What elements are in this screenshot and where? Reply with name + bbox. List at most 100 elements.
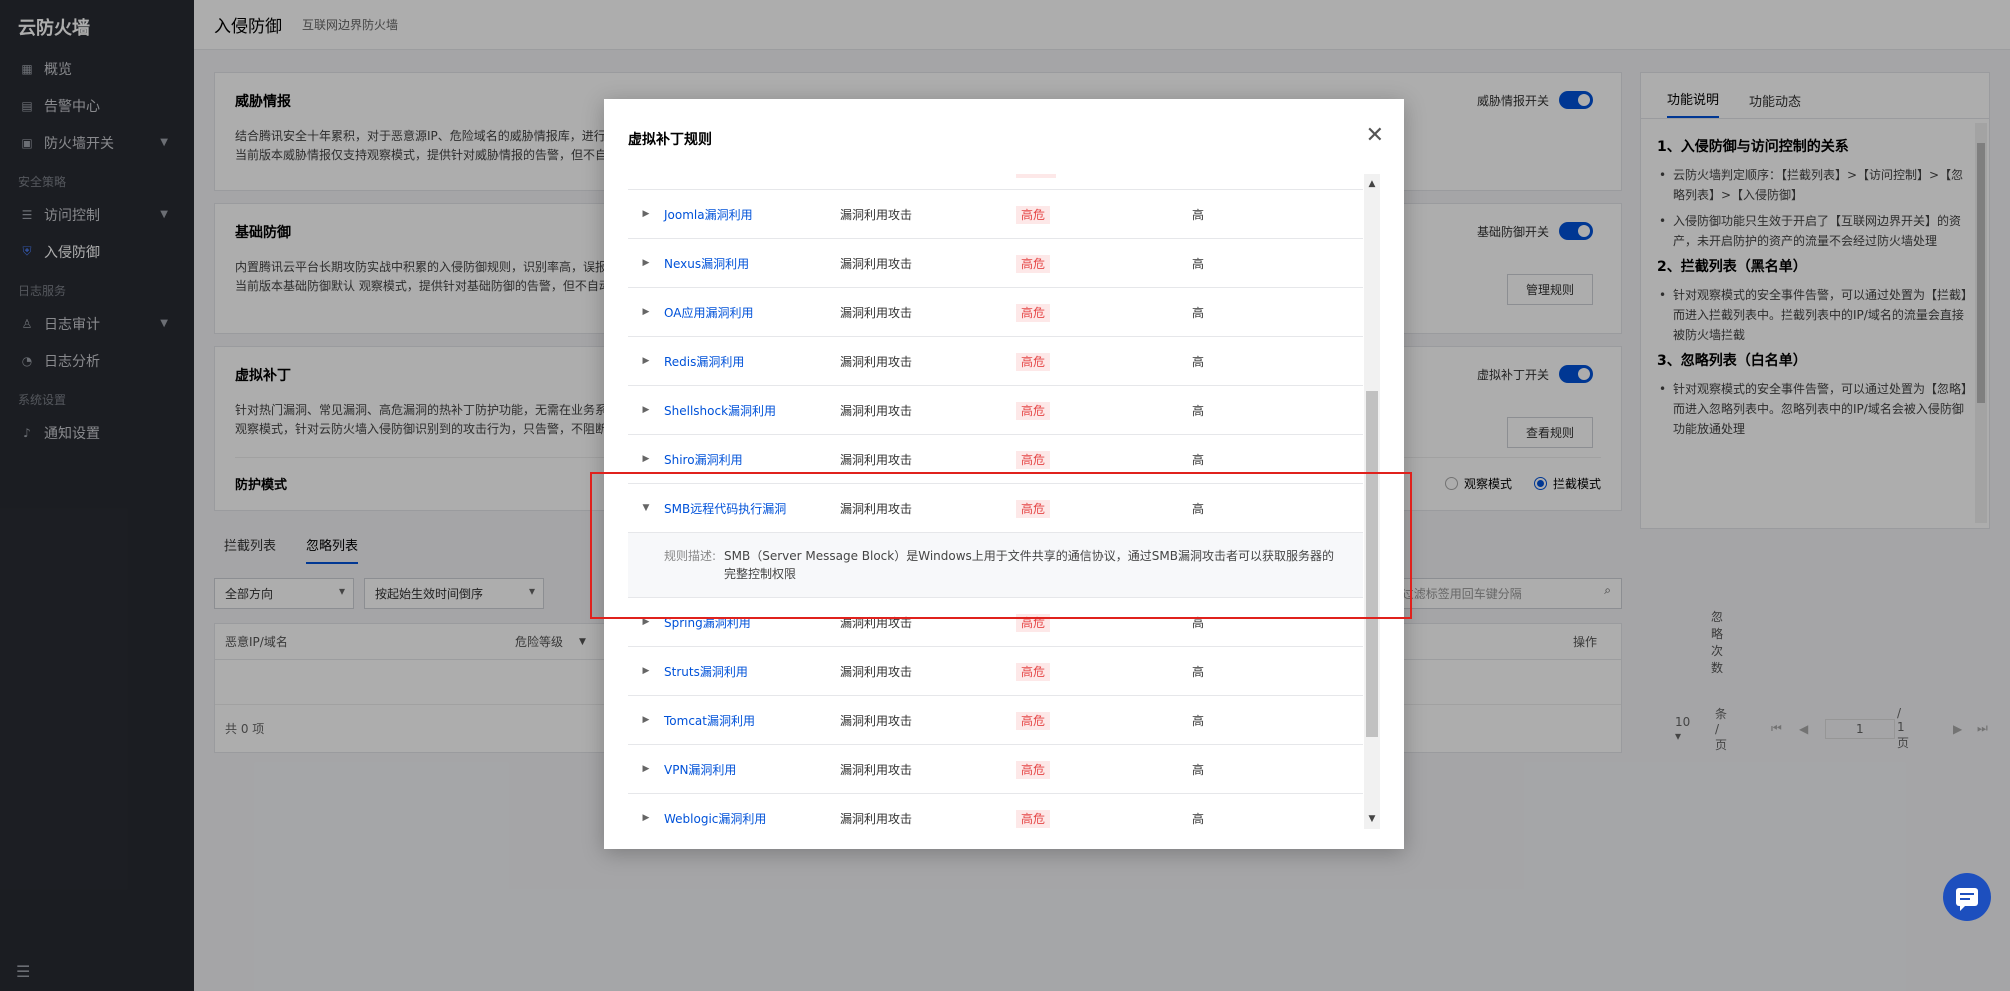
expand-arrow-icon[interactable]: ▶ <box>628 258 664 268</box>
scroll-down-icon[interactable]: ▼ <box>1364 811 1380 827</box>
rule-level-cell: 高危 <box>1016 303 1192 322</box>
chat-icon <box>1956 888 1978 911</box>
partial-badge <box>1016 174 1056 178</box>
rule-level-cell: 高危 <box>1016 352 1192 371</box>
rule-level-cell: 高危 <box>1016 401 1192 420</box>
table-row[interactable]: ▶ Tomcat漏洞利用 漏洞利用攻击 高危 高 <box>628 696 1363 745</box>
virtual-patch-rules-dialog: 虚拟补丁规则 ✕ ▶ Joomla漏洞利用 漏洞利用攻击 高危 高 ▶ Nexu… <box>604 99 1404 849</box>
risk-badge: 高危 <box>1016 450 1051 469</box>
rule-level-cell: 高危 <box>1016 450 1192 469</box>
risk-badge: 高危 <box>1016 809 1051 828</box>
rule-category: 漏洞利用攻击 <box>840 664 913 679</box>
expand-arrow-icon[interactable]: ▶ <box>628 405 664 415</box>
rule-level-cell: 高危 <box>1016 205 1192 224</box>
rule-name-link[interactable]: Tomcat漏洞利用 <box>664 712 840 729</box>
collapse-arrow-icon[interactable]: ▼ <box>628 503 664 513</box>
rule-severity: 高 <box>1192 452 1205 467</box>
chat-line <box>1960 898 1970 900</box>
rule-level-cell: 高危 <box>1016 760 1192 779</box>
rule-severity: 高 <box>1192 305 1205 320</box>
risk-badge: 高危 <box>1016 254 1051 273</box>
table-row[interactable]: ▶ Shellshock漏洞利用 漏洞利用攻击 高危 高 <box>628 386 1363 435</box>
rule-category: 漏洞利用攻击 <box>840 811 913 826</box>
rule-level-cell: 高危 <box>1016 809 1192 828</box>
rule-category: 漏洞利用攻击 <box>840 713 913 728</box>
rule-category: 漏洞利用攻击 <box>840 452 913 467</box>
table-row-expanded[interactable]: ▼ SMB远程代码执行漏洞 漏洞利用攻击 高危 高 <box>628 484 1363 533</box>
expand-arrow-icon[interactable]: ▶ <box>628 454 664 464</box>
close-icon[interactable]: ✕ <box>1366 125 1384 147</box>
rules-list: ▶ Joomla漏洞利用 漏洞利用攻击 高危 高 ▶ Nexus漏洞利用 漏洞利… <box>628 174 1363 829</box>
scrollbar-thumb[interactable] <box>1366 391 1378 737</box>
rules-list-inner: ▶ Joomla漏洞利用 漏洞利用攻击 高危 高 ▶ Nexus漏洞利用 漏洞利… <box>628 174 1363 829</box>
expand-arrow-icon[interactable]: ▶ <box>628 666 664 676</box>
risk-badge: 高危 <box>1016 352 1051 371</box>
table-row[interactable]: ▶ VPN漏洞利用 漏洞利用攻击 高危 高 <box>628 745 1363 794</box>
rule-severity: 高 <box>1192 615 1205 630</box>
rule-name-link[interactable]: Nexus漏洞利用 <box>664 255 840 272</box>
expand-arrow-icon[interactable]: ▶ <box>628 715 664 725</box>
rule-severity: 高 <box>1192 354 1205 369</box>
rule-level-cell: 高危 <box>1016 613 1192 632</box>
risk-badge: 高危 <box>1016 613 1051 632</box>
rule-name-link[interactable]: Joomla漏洞利用 <box>664 206 840 223</box>
rule-name-link[interactable]: Spring漏洞利用 <box>664 614 840 631</box>
rule-name-link[interactable]: Shiro漏洞利用 <box>664 451 840 468</box>
chat-line <box>1960 893 1974 895</box>
rule-description-panel: 规则描述: SMB（Server Message Block）是Windows上… <box>628 533 1363 598</box>
expand-arrow-icon[interactable]: ▶ <box>628 617 664 627</box>
rule-description-label: 规则描述: <box>664 549 717 563</box>
rule-severity: 高 <box>1192 713 1205 728</box>
rule-name-link[interactable]: Redis漏洞利用 <box>664 353 840 370</box>
rule-severity: 高 <box>1192 811 1205 826</box>
rule-name-link[interactable]: SMB远程代码执行漏洞 <box>664 500 840 517</box>
rule-name-link[interactable]: Shellshock漏洞利用 <box>664 402 840 419</box>
rule-category: 漏洞利用攻击 <box>840 501 913 516</box>
table-row[interactable]: ▶ Nexus漏洞利用 漏洞利用攻击 高危 高 <box>628 239 1363 288</box>
rule-category: 漏洞利用攻击 <box>840 615 913 630</box>
risk-badge: 高危 <box>1016 401 1051 420</box>
table-row[interactable]: ▶ Weblogic漏洞利用 漏洞利用攻击 高危 高 <box>628 794 1363 829</box>
rule-category: 漏洞利用攻击 <box>840 403 913 418</box>
risk-badge: 高危 <box>1016 760 1051 779</box>
rule-name-link[interactable]: Weblogic漏洞利用 <box>664 810 840 827</box>
rule-level-cell: 高危 <box>1016 254 1192 273</box>
table-row[interactable]: ▶ Spring漏洞利用 漏洞利用攻击 高危 高 <box>628 598 1363 647</box>
rule-severity: 高 <box>1192 256 1205 271</box>
rule-name-link[interactable]: OA应用漏洞利用 <box>664 304 840 321</box>
partial-row <box>628 174 1363 190</box>
dialog-title: 虚拟补丁规则 <box>628 132 712 148</box>
risk-badge: 高危 <box>1016 662 1051 681</box>
rules-scrollbar[interactable]: ▲ ▼ <box>1364 174 1380 829</box>
rule-severity: 高 <box>1192 403 1205 418</box>
rule-category: 漏洞利用攻击 <box>840 762 913 777</box>
rule-category: 漏洞利用攻击 <box>840 305 913 320</box>
chat-button[interactable] <box>1943 873 1991 921</box>
risk-badge: 高危 <box>1016 499 1051 518</box>
expand-arrow-icon[interactable]: ▶ <box>628 307 664 317</box>
scroll-up-icon[interactable]: ▲ <box>1364 176 1380 192</box>
rule-name-link[interactable]: VPN漏洞利用 <box>664 761 840 778</box>
rule-category: 漏洞利用攻击 <box>840 256 913 271</box>
expand-arrow-icon[interactable]: ▶ <box>628 209 664 219</box>
rule-name-link[interactable]: Struts漏洞利用 <box>664 663 840 680</box>
table-row[interactable]: ▶ Redis漏洞利用 漏洞利用攻击 高危 高 <box>628 337 1363 386</box>
rule-level-cell: 高危 <box>1016 662 1192 681</box>
rule-severity: 高 <box>1192 664 1205 679</box>
risk-badge: 高危 <box>1016 303 1051 322</box>
rule-description-text: SMB（Server Message Block）是Windows上用于文件共享… <box>724 549 1335 581</box>
rule-category: 漏洞利用攻击 <box>840 207 913 222</box>
rule-level-cell: 高危 <box>1016 499 1192 518</box>
table-row[interactable]: ▶ OA应用漏洞利用 漏洞利用攻击 高危 高 <box>628 288 1363 337</box>
rule-level-cell: 高危 <box>1016 711 1192 730</box>
expand-arrow-icon[interactable]: ▶ <box>628 813 664 823</box>
risk-badge: 高危 <box>1016 711 1051 730</box>
rule-category: 漏洞利用攻击 <box>840 354 913 369</box>
rule-severity: 高 <box>1192 501 1205 516</box>
table-row[interactable]: ▶ Joomla漏洞利用 漏洞利用攻击 高危 高 <box>628 190 1363 239</box>
table-row[interactable]: ▶ Shiro漏洞利用 漏洞利用攻击 高危 高 <box>628 435 1363 484</box>
rule-severity: 高 <box>1192 762 1205 777</box>
expand-arrow-icon[interactable]: ▶ <box>628 764 664 774</box>
table-row[interactable]: ▶ Struts漏洞利用 漏洞利用攻击 高危 高 <box>628 647 1363 696</box>
expand-arrow-icon[interactable]: ▶ <box>628 356 664 366</box>
